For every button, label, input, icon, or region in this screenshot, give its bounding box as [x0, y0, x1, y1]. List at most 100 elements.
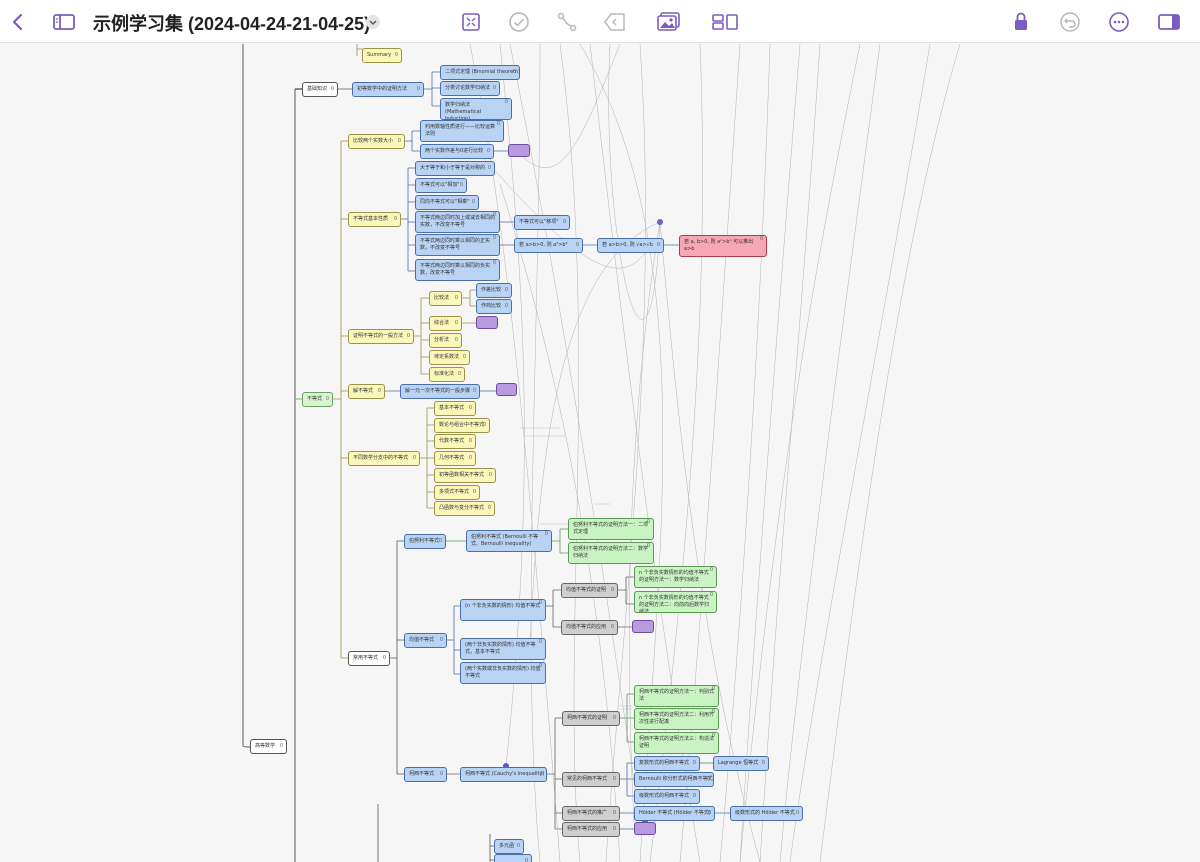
mindmap-node-p5a[interactable]: 若 a>b>0, 则 a²>b² 0	[514, 238, 583, 253]
mindmap-node-p6[interactable]: 不等式两边同时乘以相同的负实数，改变不等号 0	[415, 259, 500, 281]
mindmap-node-mathind_list[interactable]: 分类讨论数学归纳法 0	[440, 81, 500, 96]
mindmap-node-cg1a[interactable]: 级数形式的 Hölder 不等式 0	[730, 806, 803, 821]
node-label: 柯西不等式的证明	[567, 715, 608, 721]
mindmap-node-p5b[interactable]: 若 a>b>0, 则 √a>√b 0	[597, 238, 664, 253]
mindmap-node-g3[interactable]: 分析法 0	[429, 333, 462, 348]
collapsed-group-node[interactable]	[634, 822, 656, 835]
mindmap-node-b3[interactable]: 代数不等式 0	[434, 434, 476, 449]
mindmap-node-bern[interactable]: 伯努利不等式 0	[404, 534, 446, 549]
chevron-down-icon[interactable]	[359, 8, 387, 36]
mindmap-node-cg1[interactable]: Hölder 不等式 (Hölder 不等式) 0	[634, 806, 715, 821]
mindmap-node-b_xx1[interactable]: 多元函 0	[494, 839, 524, 854]
node-label: 伯努利不等式	[409, 538, 440, 544]
mindmap-node-cv1[interactable]: 复数形式的柯西不等式 0	[634, 756, 700, 771]
anchor-dot[interactable]	[657, 219, 663, 225]
sidebar-icon[interactable]	[50, 8, 78, 36]
mindmap-node-solve[interactable]: 解不等式 0	[348, 384, 385, 399]
mindmap-node-cp1[interactable]: 柯西不等式的证明方法一：判别式法 0	[634, 685, 719, 707]
mindmap-node-mean[interactable]: 均值不等式 0	[404, 633, 447, 648]
mindmap-node-p1[interactable]: 大于等于和小于等于是对称的 0	[415, 161, 495, 176]
mindmap-node-general[interactable]: 证明不等式的一般方法 0	[348, 329, 414, 344]
mindmap-node-b2[interactable]: 数论与组合中不等式 0	[434, 418, 490, 433]
mindmap-node-p4r[interactable]: 不等式可以"移项" 0	[514, 215, 570, 230]
mindmap-node-cauchy1[interactable]: 柯西不等式 (Cauchy's inequality) 0	[460, 767, 547, 782]
mindmap-node-cv1a[interactable]: Lagrange 恒等式 0	[713, 756, 769, 771]
image-icon[interactable]	[655, 8, 683, 36]
mindmap-node-p5[interactable]: 不等式两边同时乘以相同的正实数，不改变不等号 0	[415, 234, 500, 256]
layout-icon[interactable]	[711, 8, 739, 36]
mindmap-node-meanp1[interactable]: n 个非负实数情形的均值不等式的证明方法一：数学归纳法 0	[634, 566, 717, 588]
mindmap-node-common[interactable]: 常用不等式 0	[348, 651, 390, 666]
mindmap-node-cauchy[interactable]: 柯西不等式 0	[404, 767, 447, 782]
mindmap-node-cgen[interactable]: 柯西不等式的推广 0	[562, 806, 620, 821]
lock-icon[interactable]	[1007, 8, 1035, 36]
mindmap-node-g1[interactable]: 比较法 0	[429, 291, 462, 306]
mindmap-node-g2[interactable]: 综合法 0	[429, 316, 462, 331]
node-label: 均值不等式	[409, 637, 435, 643]
undo-icon[interactable]	[1056, 8, 1084, 36]
document-title[interactable]: 示例学习集 (2024-04-24-21-04-25)	[93, 10, 370, 36]
mindmap-node-b_xx2[interactable]: 0	[494, 854, 532, 862]
mindmap-node-g1a[interactable]: 作差比较 0	[476, 283, 512, 298]
mindmap-node-ineq[interactable]: 不等式 0	[302, 392, 333, 407]
mindmap-node-b1[interactable]: 基本不等式 0	[434, 401, 476, 416]
mindmap-node-mathind[interactable]: 数学归纳法 (Mathematical induction) 0	[440, 98, 512, 120]
node-label: (两个实数或非负实数的情形) 均值不等式	[465, 666, 541, 679]
chevron-left-icon[interactable]	[4, 8, 32, 36]
node-label: 常用不等式	[353, 655, 379, 661]
mindmap-node-cp2[interactable]: 柯西不等式的证明方法二：利用齐次性进行配凑 0	[634, 708, 719, 730]
more-icon[interactable]	[1105, 8, 1133, 36]
node-count: 0	[504, 99, 508, 105]
mindmap-node-cv3[interactable]: 级数形式的柯西不等式 0	[634, 789, 700, 804]
mindmap-node-binomial[interactable]: 二项式定理 (Binomial theorem) 0	[440, 65, 520, 80]
collapsed-group-node[interactable]	[632, 620, 654, 633]
mindmap-node-g5[interactable]: 标准化法 0	[429, 367, 465, 382]
collapsed-group-node[interactable]	[476, 316, 498, 329]
mindmap-node-mean3[interactable]: (两个实数或非负实数的情形) 均值不等式 0	[460, 662, 546, 684]
panel-icon[interactable]	[1155, 8, 1183, 36]
mindmap-node-p5c[interactable]: 若 a, b>0, 则 aⁿ>bⁿ 可以推出 a>b 0	[679, 235, 767, 257]
mindmap-node-bern2[interactable]: 伯努利不等式的证明方法一：二项式定理 0	[568, 518, 654, 540]
mindmap-node-cmp2[interactable]: 两个实数作差与0进行比较 0	[420, 144, 494, 159]
mindmap-node-p2[interactable]: 不等式可以"相加" 0	[415, 178, 467, 193]
node-label: 不等式两边同时加上或减去相同的实数，不改变不等号	[420, 215, 496, 228]
mindmap-node-proofmethods[interactable]: 初等数学中的证明方法 0	[352, 82, 424, 97]
mindmap-node-summary[interactable]: Summary 0	[362, 48, 402, 63]
mindmap-node-meanproof[interactable]: 均值不等式的证明 0	[561, 583, 618, 598]
mindmap-node-basic[interactable]: 基础知识 0	[302, 82, 338, 97]
collapsed-group-node[interactable]	[508, 144, 530, 157]
connect-icon[interactable]	[553, 8, 581, 36]
mindmap-node-b6[interactable]: 多项式不等式 0	[434, 485, 480, 500]
mindmap-node-g1b[interactable]: 作商比较 0	[476, 299, 512, 314]
mindmap-node-mean2[interactable]: (两个非负实数的情形) 均值不等式，基本不等式 0	[460, 638, 546, 660]
collapsed-group-node[interactable]	[496, 383, 517, 396]
mindmap-node-prop[interactable]: 不等式基本性质 0	[348, 212, 401, 227]
node-count: 0	[486, 148, 490, 154]
mindmap-node-cproof[interactable]: 柯西不等式的证明 0	[562, 711, 620, 726]
mindmap-node-b5[interactable]: 初等函数相关不等式 0	[434, 468, 496, 483]
mindmap-node-cvar[interactable]: 常见的柯西不等式 0	[562, 772, 620, 787]
mindmap-node-b7[interactable]: 凸函数与变分不等式 0	[434, 501, 495, 516]
mindmap-node-cmp1[interactable]: 利用数轴性质进行——比较运算法则 0	[420, 120, 504, 142]
mindmap-node-p3[interactable]: 同向不等式可以"相乘" 0	[415, 195, 479, 210]
mindmap-node-bern1[interactable]: 伯努利不等式 (Bernoulli 不等式、Bernoulli inequali…	[466, 530, 552, 552]
mindmap-canvas[interactable]: Summary 0 基础知识 0 初等数学中的证明方法 0 二项式定理 (Binomial …	[0, 44, 1200, 862]
mindmap-node-meanapp[interactable]: 均值不等式的应用 0	[561, 620, 618, 635]
mindmap-node-cv2[interactable]: Bernoulli 积分形式的柯西不等式 0	[634, 772, 714, 787]
mindmap-node-compare[interactable]: 比较两个实数大小 0	[348, 134, 405, 149]
mindmap-node-p4[interactable]: 不等式两边同时加上或减去相同的实数，不改变不等号 0	[415, 211, 500, 233]
mindmap-node-b4[interactable]: 几何不等式 0	[434, 451, 476, 466]
mindmap-node-meanp2[interactable]: n 个非负实数情形的均值不等式的证明方法二：向前向后数学归纳法 0	[634, 591, 717, 613]
mindmap-node-capp[interactable]: 柯西不等式的应用 0	[562, 822, 620, 837]
mindmap-node-solve1[interactable]: 解一元一次不等式的一般步骤 0	[400, 384, 480, 399]
collapse-icon[interactable]	[457, 8, 485, 36]
mindmap-node-bern3[interactable]: 伯努利不等式的证明方法二：数学归纳法 0	[568, 542, 654, 564]
mindmap-node-g4[interactable]: 待定系数法 0	[429, 350, 470, 365]
check-icon[interactable]	[505, 8, 533, 36]
back-icon[interactable]	[601, 8, 629, 36]
mindmap-node-mean1[interactable]: (n 个非负实数的情形) 均值不等式 0	[460, 599, 546, 621]
node-count: 0	[488, 472, 492, 478]
mindmap-node-cp3[interactable]: 柯西不等式的证明方法三：构造法证明 0	[634, 732, 719, 754]
mindmap-node-branches[interactable]: 不同数学分支中的不等式 0	[348, 451, 420, 466]
mindmap-node-adv[interactable]: 高等数学 0	[250, 739, 287, 754]
